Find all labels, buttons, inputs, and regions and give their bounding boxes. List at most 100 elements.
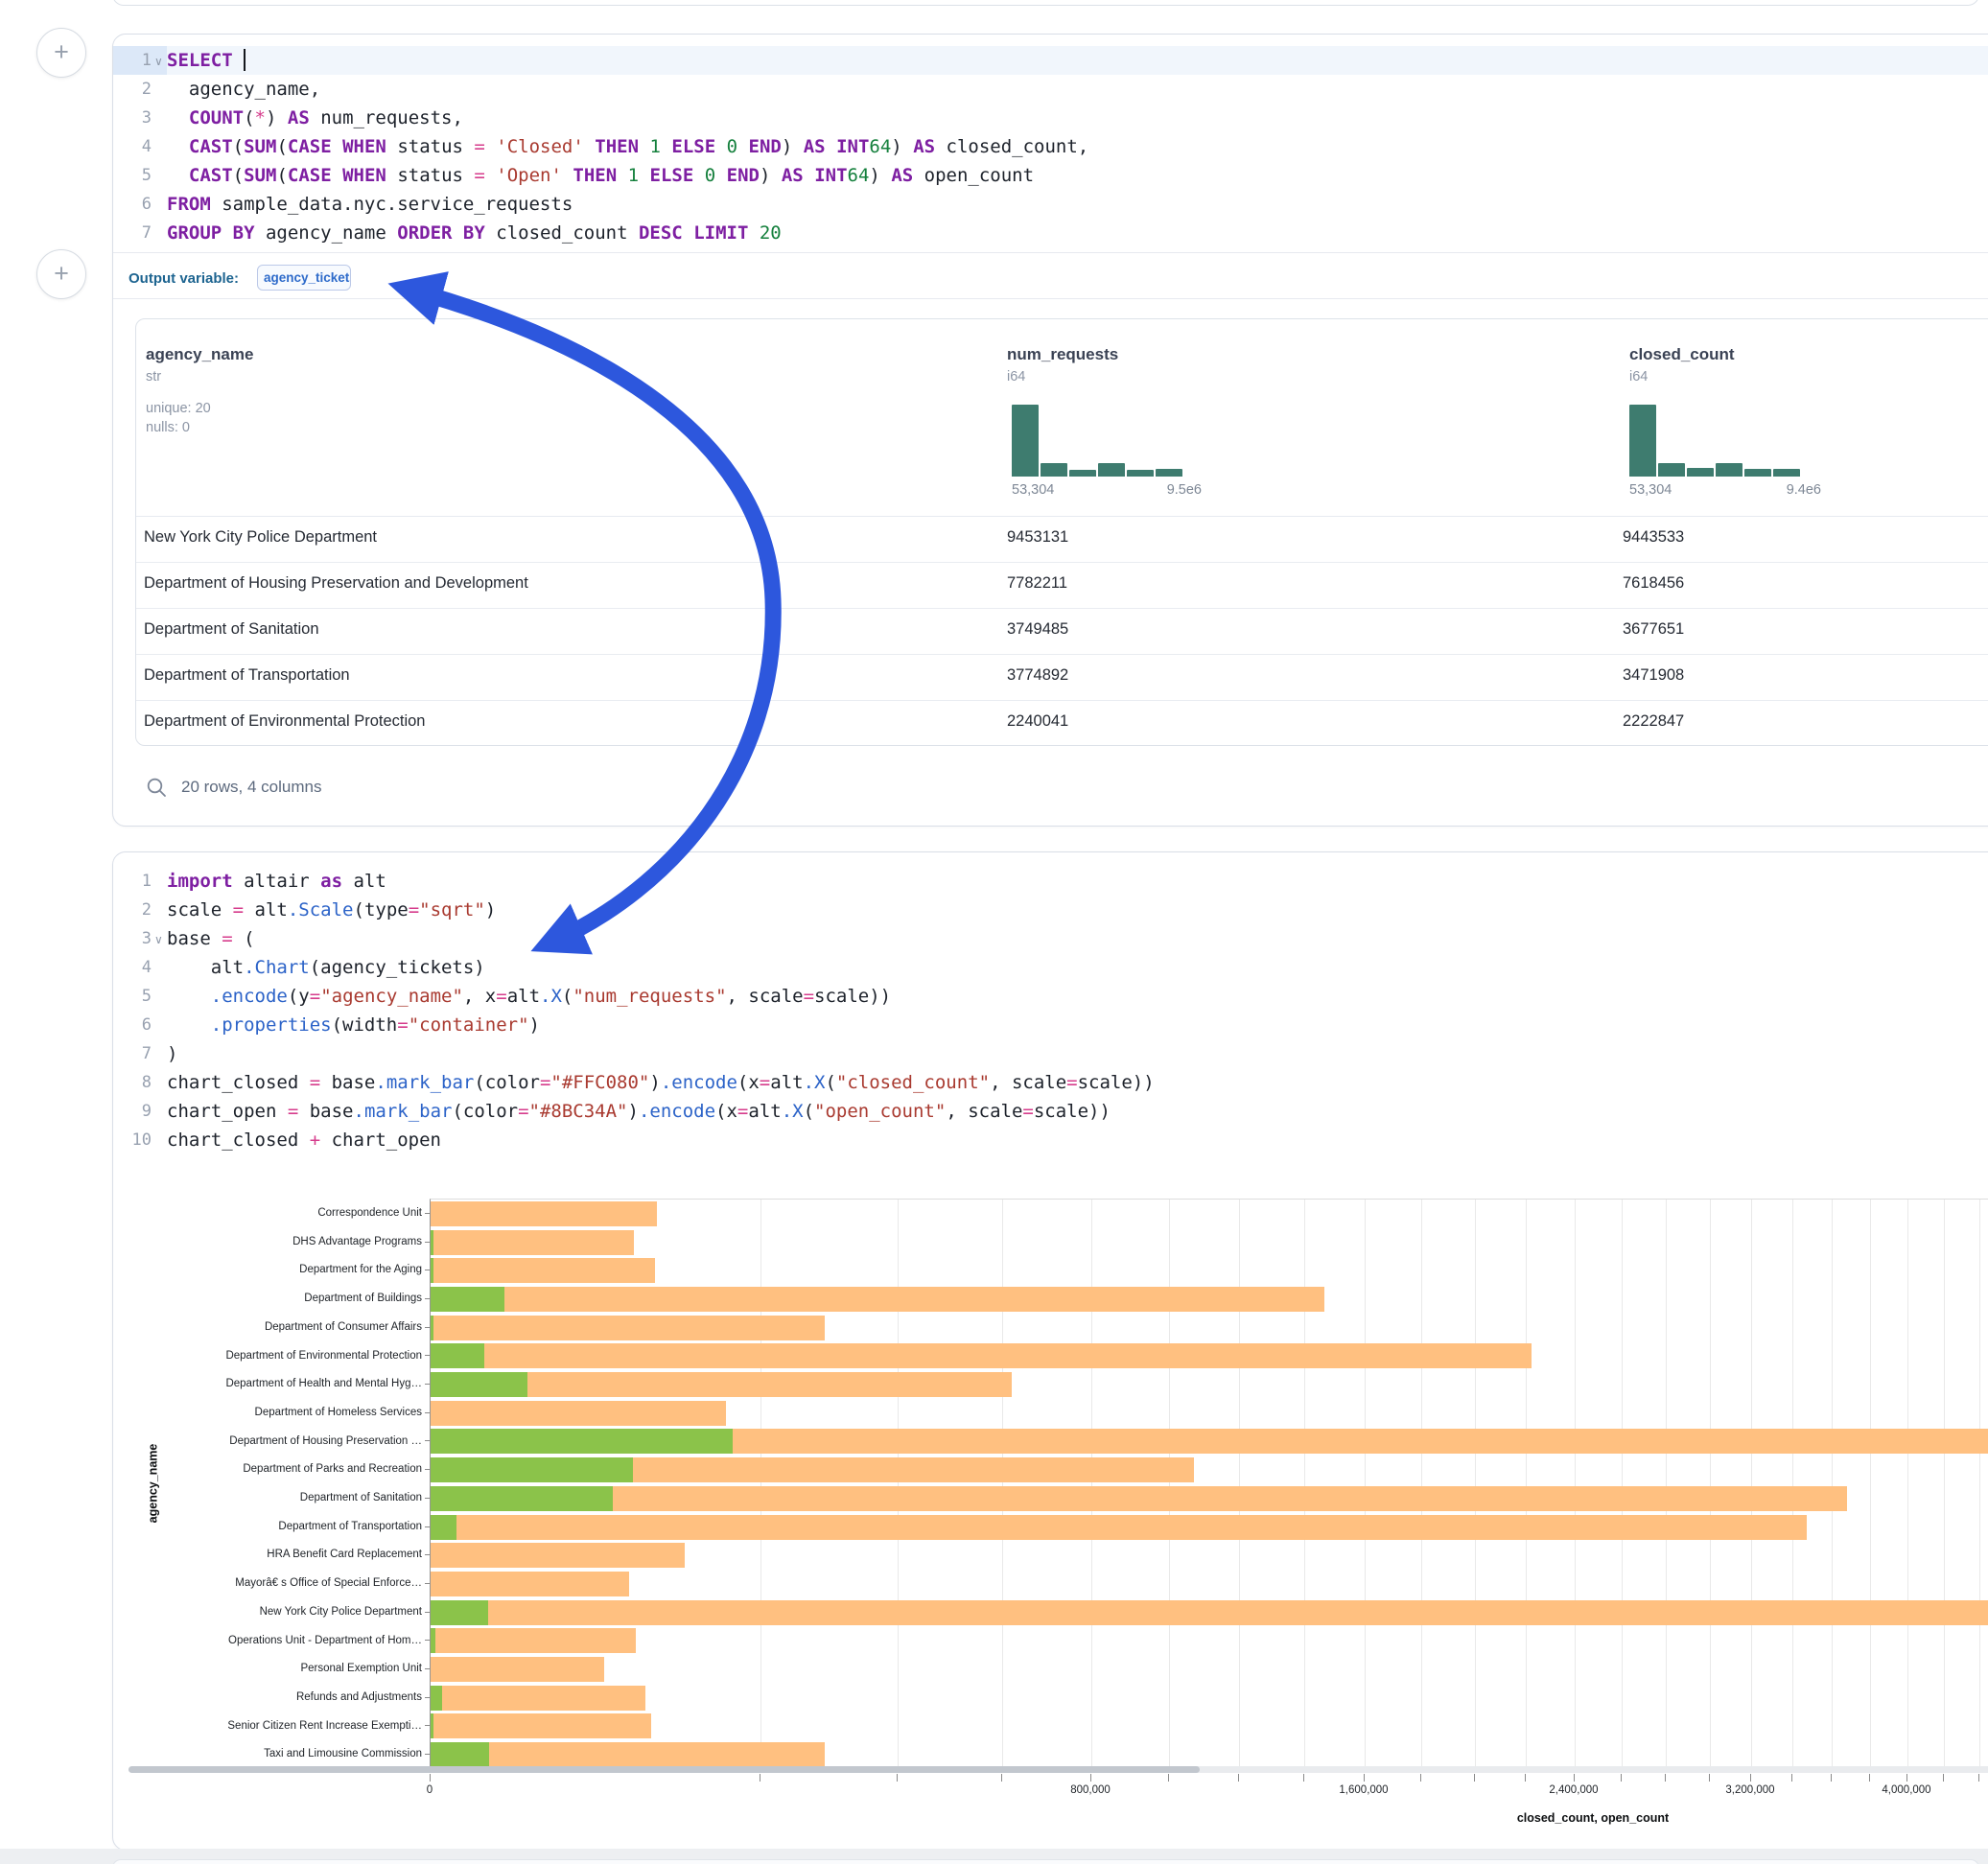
sql-code-editor[interactable]: 1∨SELECT 2 agency_name,3 COUNT(*) AS num… bbox=[113, 46, 1988, 247]
y-axis-label: Personal Exemption Unit bbox=[113, 1654, 422, 1683]
output-variable-input[interactable]: agency_tickets bbox=[257, 265, 351, 291]
code-line: 2scale = alt.Scale(type="sqrt") bbox=[113, 896, 1988, 924]
cell-value: 2240041 bbox=[1007, 712, 1068, 731]
line-number: 10 bbox=[113, 1126, 152, 1154]
add-cell-button-output[interactable]: + bbox=[36, 249, 86, 299]
y-axis-label: Department of Parks and Recreation bbox=[113, 1455, 422, 1483]
gridline bbox=[1792, 1200, 1793, 1769]
collapse-caret-icon[interactable]: ∨ bbox=[154, 925, 166, 954]
gridline bbox=[760, 1200, 761, 1769]
cell-value: 9453131 bbox=[1007, 528, 1068, 547]
bar-open-count bbox=[431, 1258, 433, 1283]
bar-open-count bbox=[431, 1372, 527, 1397]
x-axis-tick bbox=[1364, 1774, 1365, 1782]
code-text: .encode(y="agency_name", x=alt.X("num_re… bbox=[167, 982, 891, 1011]
line-number: 2 bbox=[113, 896, 152, 924]
code-text: CAST(SUM(CASE WHEN status = 'Open' THEN … bbox=[167, 161, 1034, 190]
bar-open-count bbox=[431, 1713, 433, 1738]
code-text: import altair as alt bbox=[167, 867, 386, 896]
table-row: Department of Housing Preservation and D… bbox=[136, 562, 1988, 609]
column-histogram bbox=[1012, 405, 1182, 477]
python-code-editor[interactable]: 1 import altair as alt2scale = alt.Scale(… bbox=[113, 867, 1988, 1154]
bar-open-count bbox=[431, 1287, 504, 1312]
x-axis-tick-label: 1,600,000 bbox=[1339, 1784, 1388, 1796]
table-row: Department of Environmental Protection 22… bbox=[136, 700, 1988, 746]
gridline bbox=[1751, 1200, 1752, 1769]
code-line: 3 COUNT(*) AS num_requests, bbox=[113, 104, 1988, 132]
column-header: agency_namestrunique: 20nulls: 0 bbox=[146, 345, 253, 435]
cell-agency-name: Department of Housing Preservation and D… bbox=[144, 574, 528, 593]
bar-open-count bbox=[431, 1686, 442, 1711]
x-axis-tick bbox=[1791, 1774, 1792, 1782]
y-axis-label: Department of Buildings bbox=[113, 1284, 422, 1313]
gridline bbox=[1526, 1200, 1527, 1769]
cell-agency-name: Department of Environmental Protection bbox=[144, 712, 425, 731]
divider bbox=[113, 252, 1988, 253]
code-text: chart_closed + chart_open bbox=[167, 1126, 441, 1154]
y-axis-label: Refunds and Adjustments bbox=[113, 1683, 422, 1712]
code-text: base = ( bbox=[167, 924, 255, 953]
bar-closed-count bbox=[431, 1686, 645, 1711]
previous-cell-edge bbox=[112, 0, 1979, 6]
y-axis-label: Department of Health and Mental Hyg… bbox=[113, 1369, 422, 1398]
collapse-caret-icon[interactable]: ∨ bbox=[154, 47, 166, 76]
x-axis-tick bbox=[1420, 1774, 1421, 1782]
table-row: Department of Transportation377489234719… bbox=[136, 654, 1988, 701]
table-row: Department of Sanitation37494853677651 bbox=[136, 608, 1988, 655]
cell-agency-name: New York City Police Department bbox=[144, 528, 377, 547]
column-meta: unique: 20 bbox=[146, 401, 253, 416]
gridline bbox=[1870, 1200, 1871, 1769]
histogram-bar bbox=[1687, 468, 1714, 477]
divider bbox=[113, 298, 1988, 299]
code-line: 2 agency_name, bbox=[113, 75, 1988, 104]
code-line: 6FROM sample_data.nyc.service_requests bbox=[113, 190, 1988, 219]
x-axis-tick bbox=[1906, 1774, 1907, 1782]
line-number: 1 bbox=[113, 867, 152, 896]
bar-open-count bbox=[431, 1343, 484, 1368]
python-cell-card: 1 import altair as alt2scale = alt.Scale(… bbox=[112, 851, 1988, 1851]
x-axis-tick bbox=[1168, 1774, 1169, 1782]
chart-scrollbar-thumb[interactable] bbox=[129, 1766, 1200, 1773]
bar-closed-count bbox=[431, 1401, 726, 1426]
x-axis-tick-label: 0 bbox=[427, 1784, 433, 1796]
column-header: closed_counti64 bbox=[1629, 345, 1735, 384]
x-axis-tick bbox=[1525, 1774, 1526, 1782]
y-axis-label: Department of Housing Preservation … bbox=[113, 1427, 422, 1456]
histogram-bar bbox=[1098, 463, 1125, 477]
code-line: 5 .encode(y="agency_name", x=alt.X("num_… bbox=[113, 982, 1988, 1011]
code-line: 1 import altair as alt bbox=[113, 867, 1988, 896]
histogram-bar bbox=[1041, 463, 1067, 477]
gridline bbox=[1002, 1200, 1003, 1769]
bar-closed-count bbox=[431, 1515, 1807, 1540]
notebook-page: + + 1∨SELECT 2 agency_name,3 COUNT(*) AS… bbox=[0, 0, 1988, 1864]
histogram-min-label: 53,304 bbox=[1629, 482, 1672, 498]
x-axis-tick bbox=[430, 1774, 431, 1782]
x-axis-tick-label: 3,200,000 bbox=[1725, 1784, 1774, 1796]
bar-open-count bbox=[431, 1429, 733, 1454]
bar-open-count bbox=[431, 1457, 633, 1482]
column-name: agency_name bbox=[146, 345, 253, 364]
cell-value: 7618456 bbox=[1623, 574, 1684, 593]
row-column-count: 20 rows, 4 columns bbox=[181, 778, 321, 797]
bar-chart-plot-area bbox=[430, 1199, 1988, 1769]
x-axis-tick bbox=[1943, 1774, 1944, 1782]
x-axis-tick bbox=[897, 1774, 898, 1782]
line-number: 5 bbox=[113, 982, 152, 1011]
line-number: 1 bbox=[113, 46, 152, 75]
x-axis-tick bbox=[1001, 1774, 1002, 1782]
code-line: 8chart_closed = base.mark_bar(color="#FF… bbox=[113, 1068, 1988, 1097]
y-axis-label: Department of Environmental Protection bbox=[113, 1341, 422, 1370]
gridline bbox=[1907, 1200, 1908, 1769]
add-cell-button-top[interactable]: + bbox=[36, 28, 86, 78]
bar-open-count bbox=[431, 1515, 456, 1540]
search-icon[interactable] bbox=[146, 777, 168, 799]
code-text: chart_open = base.mark_bar(color="#8BC34… bbox=[167, 1097, 1111, 1126]
gridline bbox=[1475, 1200, 1476, 1769]
code-text: GROUP BY agency_name ORDER BY closed_cou… bbox=[167, 219, 782, 247]
table-row: New York City Police Department945313194… bbox=[136, 516, 1988, 563]
y-axis-label: Taxi and Limousine Commission bbox=[113, 1739, 422, 1768]
line-number: 5 bbox=[113, 161, 152, 190]
line-number: 8 bbox=[113, 1068, 152, 1097]
histogram-bar bbox=[1156, 469, 1182, 477]
bar-closed-count bbox=[431, 1316, 825, 1340]
